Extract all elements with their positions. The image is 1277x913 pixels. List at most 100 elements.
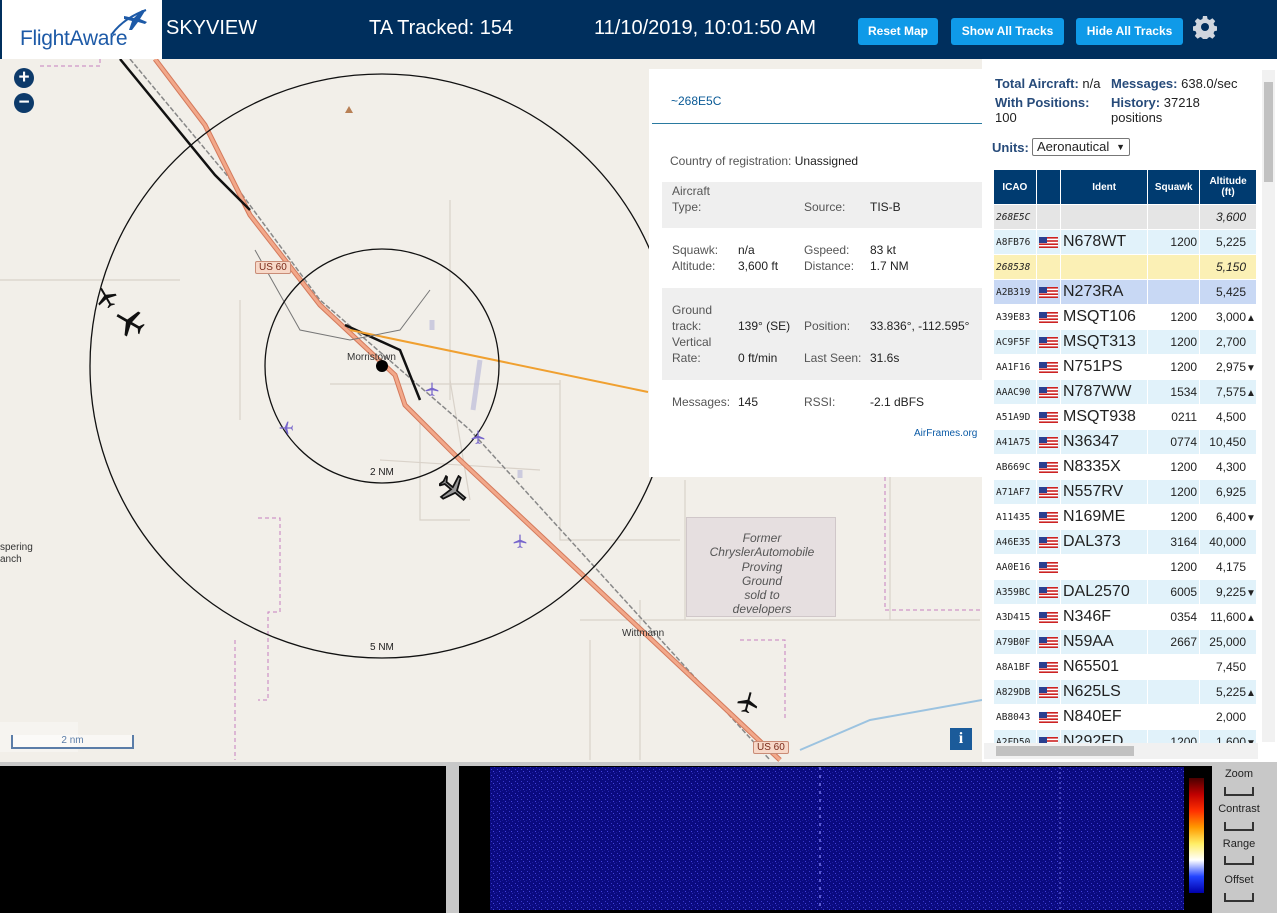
table-row[interactable]: A2B319 N273RA 5,425: [994, 280, 1256, 304]
source-value: TIS-B: [870, 200, 901, 214]
aircraft-marker-icon[interactable]: [112, 307, 146, 337]
table-row[interactable]: A359BC DAL2570 6005 9,225▼: [994, 580, 1256, 604]
waterfall-display[interactable]: [490, 767, 1184, 910]
selected-aircraft-id[interactable]: ~268E5C: [671, 94, 721, 108]
aircraft-marker-icon[interactable]: [737, 691, 759, 713]
zoom-slider[interactable]: [1224, 787, 1254, 796]
aircraft-marker-icon[interactable]: [425, 382, 439, 396]
squawk-cell: 0354: [1148, 605, 1200, 629]
map-info-button[interactable]: i: [950, 728, 972, 750]
us-flag-icon: [1038, 511, 1058, 523]
divider: [652, 123, 982, 124]
history-stat: History: 37218: [1111, 95, 1200, 110]
altitude-cell: 5,225: [1200, 230, 1256, 254]
altitude-value: 5,425: [1215, 285, 1246, 299]
altitude-value: 3,600 ft: [738, 259, 779, 273]
selected-aircraft-marker-icon[interactable]: [439, 475, 469, 505]
show-all-tracks-button[interactable]: Show All Tracks: [951, 18, 1064, 45]
vertical-scrollbar[interactable]: [1262, 70, 1275, 742]
us-flag-icon: [1038, 336, 1058, 348]
us-flag-icon: [1038, 361, 1058, 373]
altitude-cell: 5,425: [1200, 280, 1256, 304]
offset-slider[interactable]: [1224, 893, 1254, 902]
vertical-rate-label: Vertical: [672, 335, 712, 349]
column-header-icao[interactable]: ICAO: [994, 170, 1036, 204]
ident-cell: N557RV: [1061, 480, 1148, 504]
scrollbar-thumb[interactable]: [996, 746, 1134, 756]
range-slider[interactable]: [1224, 856, 1254, 865]
range-ring-label-inner: 2 NM: [370, 467, 394, 478]
zoom-in-button[interactable]: +: [14, 68, 34, 88]
aircraft-marker-icon[interactable]: [279, 421, 293, 435]
squawk-cell: 1200: [1148, 355, 1200, 379]
table-row[interactable]: A39E83 MSQT106 1200 3,000▲: [994, 305, 1256, 329]
column-header-altitude[interactable]: Altitude (ft): [1200, 170, 1256, 204]
icao-cell: AB669C: [994, 455, 1036, 479]
table-row[interactable]: A11435 N169ME 1200 6,400▼: [994, 505, 1256, 529]
table-row[interactable]: A46E35 DAL373 3164 40,000: [994, 530, 1256, 554]
flag-cell: [1036, 255, 1060, 279]
squawk-cell: 0774: [1148, 430, 1200, 454]
icao-cell: A829DB: [994, 680, 1036, 704]
table-row[interactable]: 268538 5,150: [994, 255, 1256, 279]
flag-cell: [1036, 505, 1060, 529]
altitude-cell: 4,175: [1200, 555, 1256, 579]
aircraft-marker-icon[interactable]: [513, 534, 527, 548]
altitude-value: 25,000: [1209, 635, 1246, 649]
total-aircraft-stat: Total Aircraft: n/a: [995, 76, 1101, 91]
squawk-cell: [1148, 280, 1200, 304]
zoom-out-button[interactable]: −: [14, 93, 34, 113]
zoom-control-label: Zoom: [1224, 768, 1254, 780]
flag-cell: [1036, 380, 1060, 404]
table-row[interactable]: A829DB N625LS 5,225▲: [994, 680, 1256, 704]
reset-map-button[interactable]: Reset Map: [858, 18, 938, 45]
place-label-morristown: Morristown: [347, 352, 396, 363]
table-row[interactable]: AAAC90 N787WW 1534 7,575▲: [994, 380, 1256, 404]
distance-label: Distance:: [804, 259, 855, 273]
table-row[interactable]: A8A1BF N65501 7,450: [994, 655, 1256, 679]
altitude-value: 5,150: [1215, 260, 1246, 274]
spectrum-plot-area: [0, 766, 446, 913]
rssi-label: RSSI:: [804, 395, 836, 409]
icao-cell: A41A75: [994, 430, 1036, 454]
table-row[interactable]: A41A75 N36347 0774 10,450: [994, 430, 1256, 454]
table-row[interactable]: A3D415 N346F 0354 11,600▲: [994, 605, 1256, 629]
contrast-slider[interactable]: [1224, 822, 1254, 831]
table-row[interactable]: A79B0F N59AA 2667 25,000: [994, 630, 1256, 654]
squawk-cell: 2667: [1148, 630, 1200, 654]
squawk-cell: [1148, 655, 1200, 679]
altitude-cell: 7,450: [1200, 655, 1256, 679]
table-row[interactable]: 268E5C 3,600: [994, 205, 1256, 229]
flag-cell: [1036, 555, 1060, 579]
scrollbar-thumb[interactable]: [1264, 82, 1273, 182]
flag-cell: [1036, 280, 1060, 304]
ident-cell: N751PS: [1061, 355, 1148, 379]
icao-cell: A3D415: [994, 605, 1036, 629]
table-row[interactable]: AB8043 N840EF 2,000: [994, 705, 1256, 729]
table-row[interactable]: AC9F5F MSQT313 1200 2,700: [994, 330, 1256, 354]
column-header-squawk[interactable]: Squawk: [1148, 170, 1200, 204]
hide-all-tracks-button[interactable]: Hide All Tracks: [1076, 18, 1183, 45]
table-row[interactable]: AB669C N8335X 1200 4,300: [994, 455, 1256, 479]
squawk-cell: 0211: [1148, 405, 1200, 429]
table-row[interactable]: AA0E16 1200 4,175: [994, 555, 1256, 579]
table-row[interactable]: A71AF7 N557RV 1200 6,925: [994, 480, 1256, 504]
table-row[interactable]: AA1F16 N751PS 1200 2,975▼: [994, 355, 1256, 379]
units-select[interactable]: Aeronautical ▼: [1032, 138, 1130, 156]
table-header-row: ICAO Ident Squawk Altitude (ft): [994, 170, 1256, 204]
column-header-ident[interactable]: Ident: [1061, 170, 1148, 204]
table-row[interactable]: A51A9D MSQT938 0211 4,500: [994, 405, 1256, 429]
gear-icon[interactable]: [1193, 15, 1217, 39]
range-control-label: Range: [1222, 838, 1256, 850]
aircraft-marker-icon[interactable]: [471, 430, 485, 444]
us-flag-icon: [1038, 236, 1058, 248]
aircraft-marker-icon[interactable]: [95, 286, 117, 308]
flightaware-logo[interactable]: FlightAware: [2, 0, 162, 59]
column-header-flag[interactable]: [1036, 170, 1060, 204]
ground-track-label: Ground: [672, 303, 713, 317]
vertical-rate-arrow-icon: ▼: [1246, 513, 1256, 524]
airframes-link[interactable]: AirFrames.org: [914, 428, 977, 439]
horizontal-scrollbar[interactable]: [984, 743, 1258, 759]
vertical-rate-arrow-icon: ▲: [1246, 688, 1256, 699]
table-row[interactable]: A8FB76 N678WT 1200 5,225: [994, 230, 1256, 254]
